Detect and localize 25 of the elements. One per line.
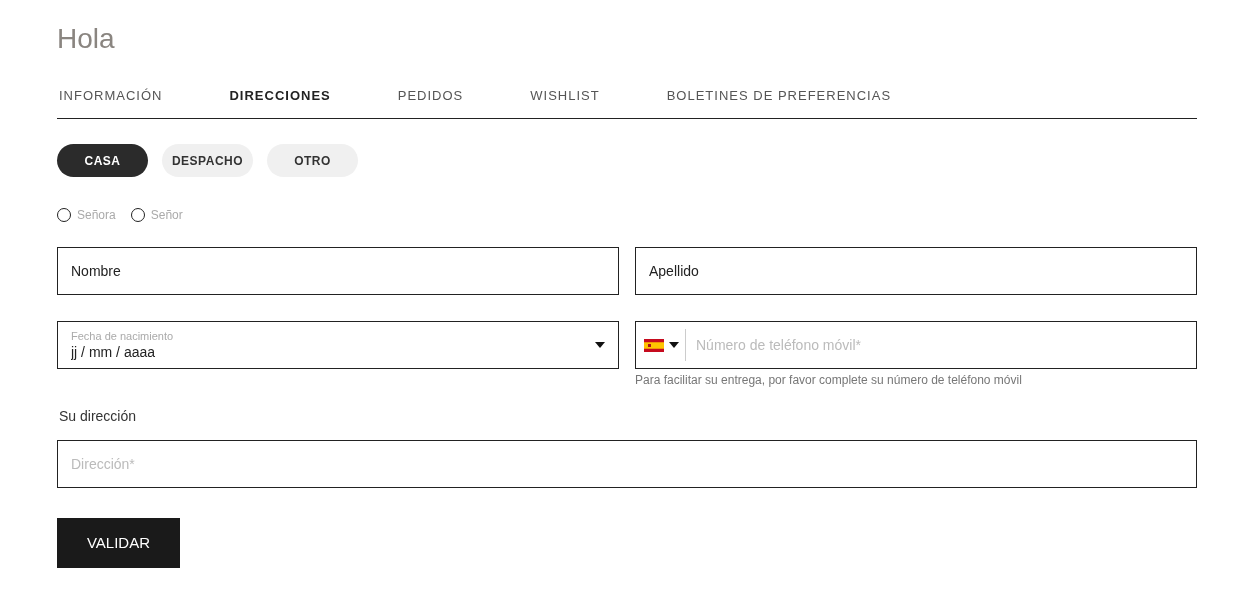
phone-hint: Para facilitar su entrega, por favor complete su número de teléfono móvil — [635, 372, 1022, 389]
phone-field[interactable]: Número de teléfono móvil* — [635, 321, 1197, 369]
tab[interactable]: DIRECCIONES — [229, 88, 331, 104]
radio-label: Señora — [77, 207, 116, 224]
last-name-field[interactable]: Apellido — [635, 247, 1197, 295]
tab[interactable]: BOLETINES DE PREFERENCIAS — [666, 88, 892, 104]
flag-icon — [644, 338, 664, 352]
date-input[interactable]: jj / mm / aaaa — [71, 342, 595, 361]
first-name-field[interactable]: Nombre — [57, 247, 619, 295]
address-type-pill[interactable]: DESPACHO — [162, 144, 253, 177]
address-field[interactable]: Dirección* — [57, 440, 1197, 488]
radio-label: Señor — [150, 207, 183, 224]
phone-number-input[interactable]: Número de teléfono móvil* — [686, 334, 1196, 356]
address-type-pill[interactable]: CASA — [57, 144, 148, 177]
tab[interactable]: INFORMACIÓN — [59, 88, 163, 104]
validate-button[interactable]: VALIDAR — [57, 518, 180, 568]
caret-icon — [595, 342, 605, 348]
country-selector[interactable] — [644, 329, 686, 361]
section-title: Su dirección — [58, 407, 137, 426]
caret-icon — [669, 342, 679, 348]
tab[interactable]: WISHLIST — [530, 88, 600, 104]
tab[interactable]: PEDIDOS — [397, 88, 464, 104]
field-label: Fecha de nacimiento — [71, 329, 175, 343]
address-type-pill[interactable]: OTRO — [267, 144, 358, 177]
greeting-title: Hola — [57, 22, 115, 56]
